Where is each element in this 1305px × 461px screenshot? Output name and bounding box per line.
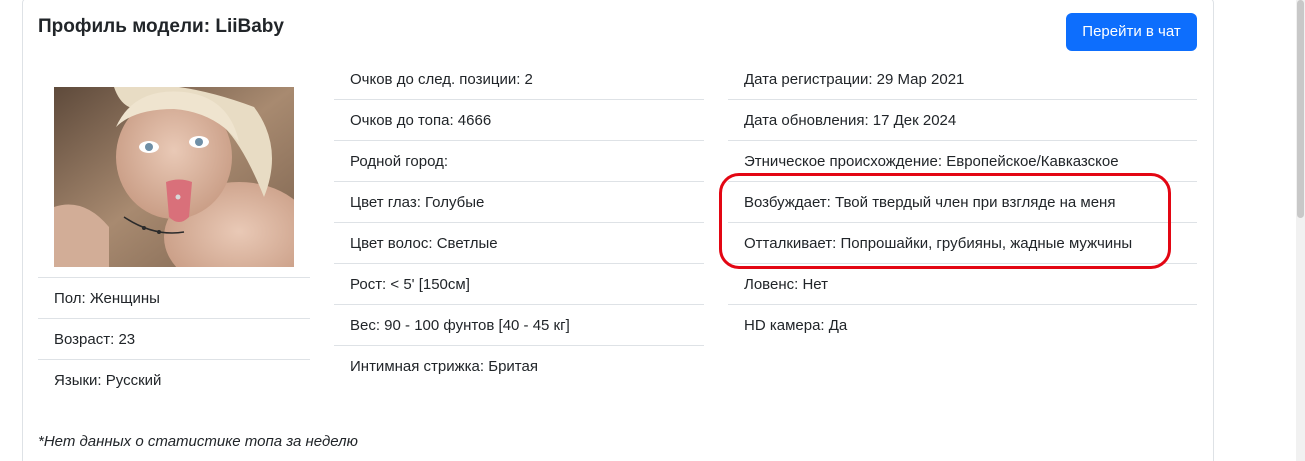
registration-date-item: Дата регистрации: 29 Мар 2021 — [728, 59, 1197, 100]
model-photo[interactable] — [54, 87, 294, 267]
intimate-haircut-item: Интимная стрижка: Бритая — [350, 358, 538, 375]
height-item: Рост: < 5' [150см] — [334, 264, 704, 305]
turn-offs-item: Отталкивает: Попрошайки, грубияны, жадны… — [728, 223, 1197, 264]
page: Профиль модели: LiiBaby Перейти в чат По… — [0, 0, 1305, 461]
ethnicity-item: Этническое происхождение: Европейское/Ка… — [728, 141, 1197, 182]
weight-item: Вес: 90 - 100 фунтов [40 - 45 кг] — [334, 305, 704, 346]
scrollbar-thumb[interactable] — [1297, 0, 1304, 218]
hd-camera-item: HD камера: Да — [744, 317, 848, 334]
update-date-item: Дата обновления: 17 Дек 2024 — [728, 100, 1197, 141]
turn-ons-item: Возбуждает: Твой твердый член при взгляд… — [728, 182, 1197, 223]
points-next-position-item: Очков до след. позиции: 2 — [334, 59, 704, 100]
age-item: Возраст: 23 — [38, 319, 310, 360]
languages-item: Языки: Русский — [54, 372, 162, 389]
page-scrollbar[interactable] — [1296, 0, 1305, 461]
model-photo-image — [54, 87, 294, 267]
profile-stats-list: Очков до след. позиции: 2 Очков до топа:… — [334, 59, 704, 387]
page-title: Профиль модели: LiiBaby — [38, 16, 284, 37]
hair-color-item: Цвет волос: Светлые — [334, 223, 704, 264]
profile-details-list: Дата регистрации: 29 Мар 2021 Дата обнов… — [728, 59, 1197, 346]
lovense-item: Ловенс: Нет — [728, 264, 1197, 305]
points-to-top-item: Очков до топа: 4666 — [334, 100, 704, 141]
hometown-item: Родной город: — [334, 141, 704, 182]
gender-item: Пол: Женщины — [38, 278, 310, 319]
footnote: *Нет данных о статистике топа за неделю — [38, 433, 358, 450]
eye-color-item: Цвет глаз: Голубые — [334, 182, 704, 223]
profile-basic-list: Пол: Женщины Возраст: 23 Языки: Русский — [38, 277, 310, 401]
go-to-chat-button[interactable]: Перейти в чат — [1066, 13, 1197, 51]
